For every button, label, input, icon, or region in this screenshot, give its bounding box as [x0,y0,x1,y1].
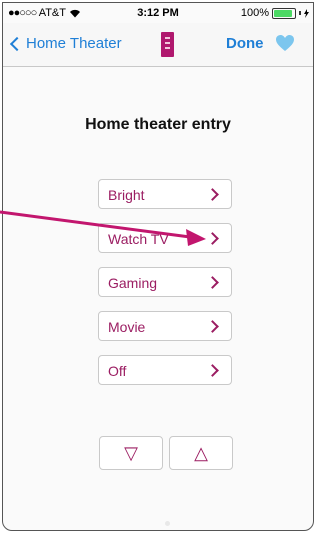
navigation-bar: Home Theater Done [3,23,313,67]
page-indicator-dot [165,521,170,526]
status-bar: ●●○○○ AT&T 3:12 PM 100% [3,3,313,23]
scene-label: Gaming [108,275,158,291]
chevron-right-icon [206,188,219,201]
battery-icon [272,7,296,19]
move-down-button[interactable]: ▽ [99,436,163,470]
back-button[interactable]: Home Theater [9,35,122,52]
phone-screen: ●●○○○ AT&T 3:12 PM 100% Home Theater Don… [2,2,314,531]
scene-button-bright[interactable]: Bright [98,179,232,209]
chevron-right-icon [206,364,219,377]
scene-button-watch-tv[interactable]: Watch TV [98,223,232,253]
scene-label: Bright [108,187,145,203]
move-up-button[interactable]: △ [169,436,233,470]
scene-label: Movie [108,319,146,335]
chevron-left-icon [9,36,25,51]
scene-button-movie[interactable]: Movie [98,311,232,341]
battery-status: 100% [241,7,309,19]
scene-label: Watch TV [108,231,169,247]
triangle-down-icon: ▽ [124,442,138,463]
scene-button-gaming[interactable]: Gaming [98,267,232,297]
heart-icon[interactable] [275,34,295,52]
chevron-right-icon [206,276,219,289]
charging-icon [304,8,309,18]
scene-button-off[interactable]: Off [98,355,232,385]
done-button[interactable]: Done [226,35,264,52]
page-title: Home theater entry [85,116,231,133]
chevron-right-icon [206,320,219,333]
back-label: Home Theater [26,35,122,52]
triangle-up-icon: △ [194,442,208,463]
remote-icon [161,32,174,57]
scene-label: Off [108,363,127,379]
chevron-right-icon [206,232,219,245]
battery-tip [299,11,301,15]
battery-percent: 100% [240,7,269,19]
